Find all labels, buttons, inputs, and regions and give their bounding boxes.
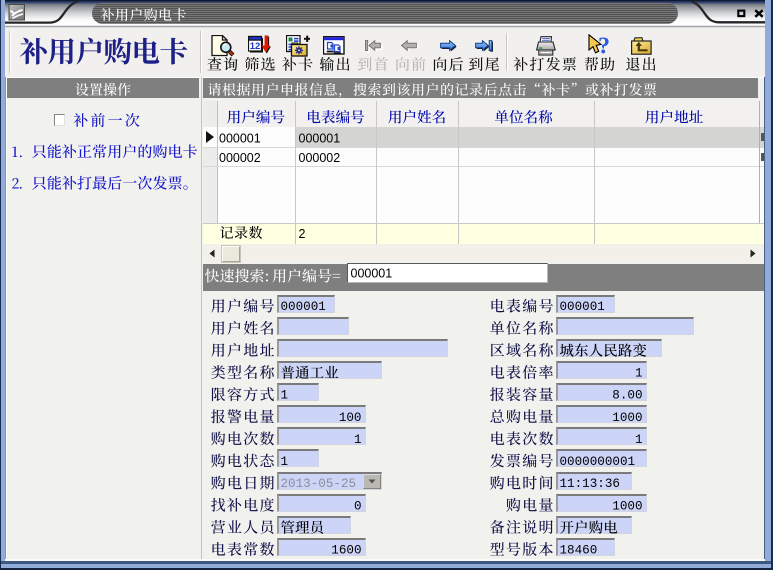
svg-text:12: 12 xyxy=(249,40,260,51)
svg-text:?: ? xyxy=(598,34,610,57)
